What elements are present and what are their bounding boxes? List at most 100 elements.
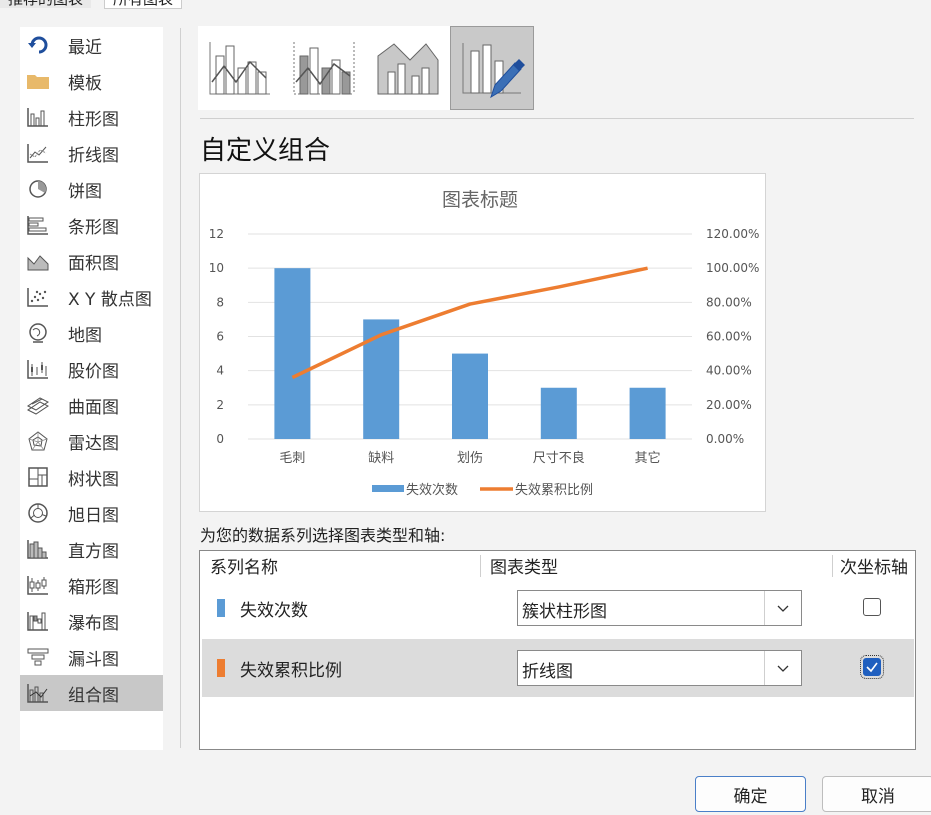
sidebar-item-funnel[interactable]: 漏斗图: [20, 639, 163, 675]
divider: [180, 28, 181, 748]
table-row: 失效次数 簇状柱形图: [202, 579, 914, 637]
chart-type-dropdown[interactable]: 簇状柱形图: [517, 590, 802, 626]
clustered-column-line-icon: [209, 42, 270, 95]
folder-icon: [24, 69, 52, 93]
bar-3: [540, 387, 577, 439]
column-header-series-name: 系列名称: [210, 558, 278, 578]
sidebar-item-label: 面积图: [68, 253, 119, 274]
sidebar-item-label: 曲面图: [68, 397, 119, 418]
chevron-down-icon[interactable]: [764, 591, 801, 625]
recent-icon: [24, 33, 52, 57]
section-title: 自定义组合: [200, 136, 331, 166]
sidebar-item-stock[interactable]: 股价图: [20, 351, 163, 387]
sidebar-item-label: 瀑布图: [68, 613, 119, 634]
subtype-stacked-area-clustered-column[interactable]: [366, 26, 450, 110]
chart-title: 图表标题: [442, 189, 518, 211]
sidebar-item-label: 最近: [68, 37, 102, 58]
sidebar-item-area[interactable]: 面积图: [20, 243, 163, 279]
y2-tick-label: 120.00%: [706, 227, 759, 241]
x-tick-label: 其它: [635, 450, 661, 466]
sidebar-item-label: 模板: [68, 73, 102, 94]
sidebar-item-waterfall[interactable]: 瀑布图: [20, 603, 163, 639]
y2-tick-label: 40.00%: [706, 364, 752, 378]
series-color-swatch: [217, 599, 225, 617]
box-whisker-chart-icon: [24, 573, 52, 597]
sidebar-item-sunburst[interactable]: 旭日图: [20, 495, 163, 531]
chart-type-tabs: 推荐的图表 所有图表: [0, 0, 931, 10]
bar-0: [274, 268, 311, 439]
treemap-chart-icon: [24, 465, 52, 489]
tab-all-charts[interactable]: 所有图表: [104, 0, 183, 9]
y-tick-label: 10: [209, 261, 224, 275]
legend-swatch-bars: [372, 485, 404, 492]
instruction-text: 为您的数据系列选择图表类型和轴:: [200, 526, 446, 545]
sidebar-item-radar[interactable]: 雷达图: [20, 423, 163, 459]
subtype-clustered-column-line-secondary-axis[interactable]: [282, 26, 366, 110]
bar-1: [363, 319, 400, 439]
sidebar-item-box-whisker[interactable]: 箱形图: [20, 567, 163, 603]
sidebar-item-scatter[interactable]: X Y 散点图: [20, 279, 163, 315]
sidebar-item-column[interactable]: 柱形图: [20, 99, 163, 135]
secondary-axis-checkbox[interactable]: [863, 598, 881, 616]
series-name: 失效次数: [240, 601, 308, 621]
subtype-custom-combination[interactable]: [450, 26, 534, 110]
sidebar-item-map[interactable]: 地图: [20, 315, 163, 351]
map-chart-icon: [24, 321, 52, 345]
combo-chart-icon: [24, 681, 52, 705]
y2-tick-label: 100.00%: [706, 261, 759, 275]
checkmark-icon: [866, 662, 878, 673]
sidebar-item-combo[interactable]: 组合图: [20, 675, 163, 711]
histogram-chart-icon: [24, 537, 52, 561]
chart-preview: 图表标题 0 2 4 6 8 10 12 0.00% 20.00% 40.00% 60.00% 80.0…: [199, 173, 766, 512]
y2-tick-label: 80.00%: [706, 295, 752, 309]
combo-chart-svg: 图表标题0246810120.00%20.00%40.00%60.00%80.0…: [209, 189, 760, 498]
y2-tick-label: 0.00%: [706, 432, 744, 446]
subtype-clustered-column-line[interactable]: [198, 26, 282, 110]
divider: [200, 118, 914, 119]
chart-type-dropdown[interactable]: 折线图: [517, 650, 802, 686]
sidebar-item-label: 旭日图: [68, 505, 119, 526]
table-row: 失效累积比例 折线图: [202, 639, 914, 697]
area-chart-icon: [24, 249, 52, 273]
y-tick-label: 12: [209, 227, 224, 241]
sidebar-item-histogram[interactable]: 直方图: [20, 531, 163, 567]
bar-2: [452, 353, 488, 439]
pie-chart-icon: [24, 177, 52, 201]
legend-label: 失效次数: [406, 482, 458, 498]
sidebar-item-surface[interactable]: 曲面图: [20, 387, 163, 423]
y-tick-label: 0: [216, 432, 224, 446]
chart-type-value: 折线图: [522, 662, 573, 682]
sidebar-item-label: 雷达图: [68, 433, 119, 454]
sidebar-item-treemap[interactable]: 树状图: [20, 459, 163, 495]
divider: [480, 555, 481, 577]
x-tick-label: 缺料: [368, 451, 394, 466]
line-chart-icon: [24, 141, 52, 165]
radar-chart-icon: [24, 429, 52, 453]
sidebar-item-bar[interactable]: 条形图: [20, 207, 163, 243]
funnel-chart-icon: [24, 645, 52, 669]
sidebar-item-label: 组合图: [68, 685, 119, 706]
stacked-area-clustered-column-icon: [377, 43, 439, 95]
x-tick-label: 尺寸不良: [533, 450, 585, 466]
sidebar-item-label: 股价图: [68, 361, 119, 382]
sidebar-item-pie[interactable]: 饼图: [20, 171, 163, 207]
sidebar-item-templates[interactable]: 模板: [20, 63, 163, 99]
ok-button[interactable]: 确定: [695, 776, 806, 812]
sidebar-item-line[interactable]: 折线图: [20, 135, 163, 171]
y-tick-label: 6: [216, 330, 224, 344]
combo-subtype-gallery: [198, 26, 534, 110]
y-tick-label: 2: [216, 398, 224, 412]
secondary-axis-checkbox[interactable]: [860, 655, 884, 679]
divider: [832, 555, 833, 577]
chevron-down-icon[interactable]: [764, 651, 801, 685]
sidebar-item-label: 折线图: [68, 145, 119, 166]
tab-recommended-charts[interactable]: 推荐的图表: [0, 0, 92, 8]
sidebar-item-recent[interactable]: 最近: [20, 27, 163, 63]
sidebar-item-label: X Y 散点图: [68, 289, 152, 310]
cancel-button[interactable]: 取消: [822, 776, 931, 812]
sidebar-item-label: 条形图: [68, 217, 119, 238]
series-color-swatch: [217, 659, 225, 677]
waterfall-chart-icon: [24, 609, 52, 633]
sidebar-item-label: 柱形图: [68, 109, 119, 130]
clustered-column-line-secondary-axis-icon: [293, 42, 355, 95]
